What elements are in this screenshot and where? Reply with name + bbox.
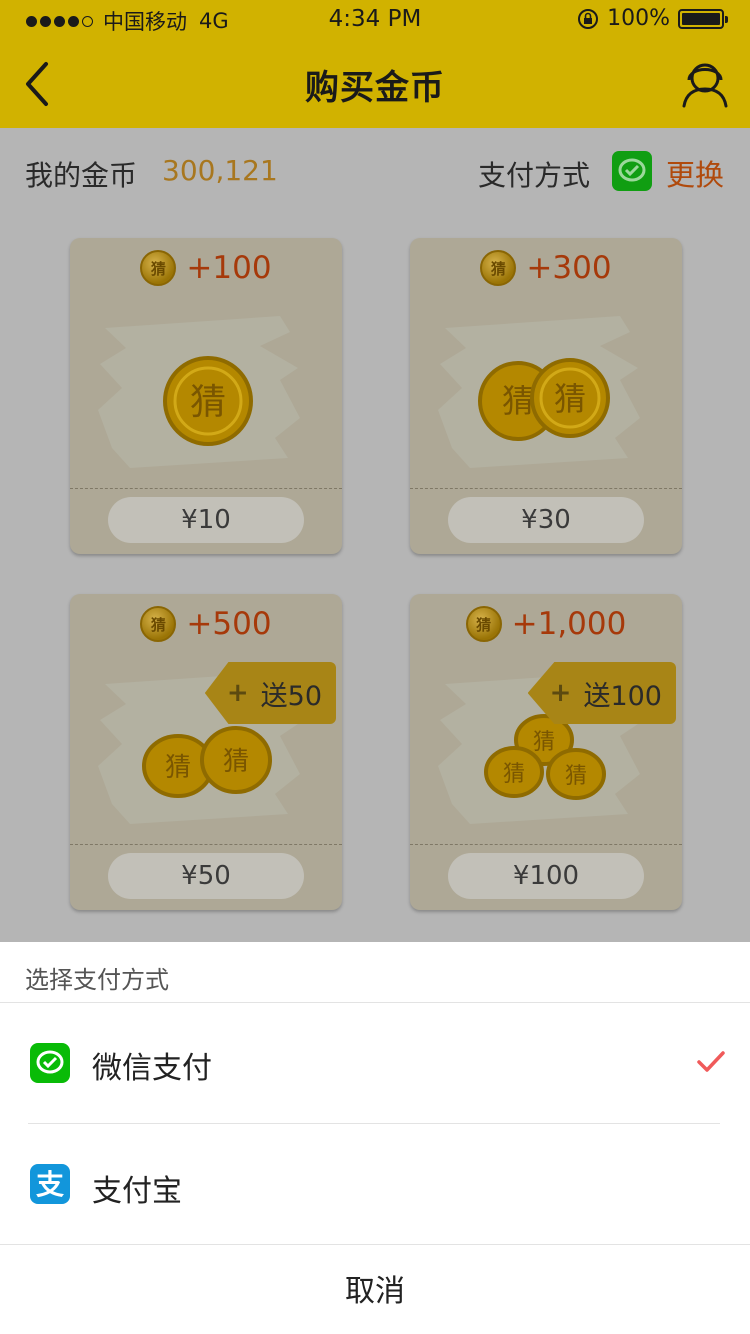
page-title: 购买金币 bbox=[305, 68, 445, 108]
single-coin-board-image: 猜 bbox=[98, 316, 300, 468]
svg-text:猜: 猜 bbox=[554, 380, 586, 418]
svg-text:猜: 猜 bbox=[565, 764, 587, 789]
package-amount: +1,000 bbox=[511, 606, 627, 642]
my-coins-label: 我的金币 bbox=[25, 159, 138, 192]
my-coins-value: 300,121 bbox=[162, 154, 278, 187]
battery-percent: 100% bbox=[607, 6, 670, 31]
pay-option-alipay[interactable]: 支 支付宝 bbox=[0, 1124, 750, 1244]
status-bar: 中国移动 4G 4:34 PM 100% bbox=[0, 0, 750, 40]
bonus-text: 送50 bbox=[260, 680, 322, 712]
alipay-icon: 支 bbox=[30, 1164, 70, 1204]
package-amount: +300 bbox=[526, 250, 612, 286]
price-button[interactable]: ¥100 bbox=[448, 853, 644, 899]
coin-summary-bar: 我的金币 300,121 支付方式 更换 bbox=[0, 128, 750, 218]
svg-text:猜: 猜 bbox=[502, 382, 534, 420]
checkmark-icon bbox=[697, 1051, 725, 1072]
coin-icon: 猜 bbox=[140, 606, 177, 642]
bonus-tag: + 送50 bbox=[204, 662, 336, 724]
svg-text:支: 支 bbox=[36, 1168, 64, 1201]
coin-package-card[interactable]: 猜 +1,000 猜 猜 猜 + 送100 ¥100 bbox=[410, 594, 682, 910]
plus-icon: + bbox=[226, 678, 249, 708]
coin-package-card[interactable]: 猜 +500 猜 猜 + 送50 ¥50 bbox=[70, 594, 342, 910]
coin-icon: 猜 bbox=[465, 606, 502, 642]
coin-package-card[interactable]: 猜 +100 猜 ¥10 bbox=[70, 238, 342, 554]
coin-icon: 猜 bbox=[140, 250, 177, 286]
change-pay-method-link[interactable]: 更换 bbox=[666, 152, 724, 194]
pay-option-label: 支付宝 bbox=[92, 1174, 182, 1209]
bonus-text: 送100 bbox=[583, 680, 662, 712]
svg-text:猜: 猜 bbox=[503, 762, 525, 787]
two-coin-board-image: 猜 猜 bbox=[438, 316, 640, 468]
sheet-title: 选择支付方式 bbox=[25, 966, 169, 994]
svg-text:猜: 猜 bbox=[165, 753, 191, 783]
svg-text:猜: 猜 bbox=[533, 730, 555, 755]
customer-service-button[interactable] bbox=[680, 58, 730, 110]
wechat-pay-icon bbox=[612, 151, 652, 191]
svg-text:猜: 猜 bbox=[223, 747, 249, 777]
plus-icon: + bbox=[549, 678, 572, 708]
price-button[interactable]: ¥30 bbox=[448, 497, 644, 543]
nav-bar: 购买金币 bbox=[0, 40, 750, 128]
coin-package-card[interactable]: 猜 +300 猜 猜 ¥30 bbox=[410, 238, 682, 554]
bonus-tag: + 送100 bbox=[527, 662, 676, 724]
package-amount: +100 bbox=[186, 250, 272, 286]
rotation-lock-icon bbox=[578, 8, 599, 29]
payment-method-sheet: 选择支付方式 微信支付 支 支付宝 取消 bbox=[0, 942, 750, 1334]
price-button[interactable]: ¥10 bbox=[108, 497, 304, 543]
package-amount: +500 bbox=[186, 606, 272, 642]
svg-text:猜: 猜 bbox=[190, 382, 226, 423]
battery-icon bbox=[678, 8, 728, 29]
coin-icon: 猜 bbox=[480, 250, 517, 286]
status-right: 100% bbox=[577, 6, 728, 31]
pay-option-wechat[interactable]: 微信支付 bbox=[0, 1003, 750, 1123]
pay-option-label: 微信支付 bbox=[92, 1051, 212, 1086]
wechat-pay-icon bbox=[30, 1043, 70, 1083]
pay-method-label: 支付方式 bbox=[478, 159, 591, 192]
cancel-button[interactable]: 取消 bbox=[0, 1244, 750, 1334]
price-button[interactable]: ¥50 bbox=[108, 853, 304, 899]
customer-service-icon bbox=[682, 63, 728, 108]
